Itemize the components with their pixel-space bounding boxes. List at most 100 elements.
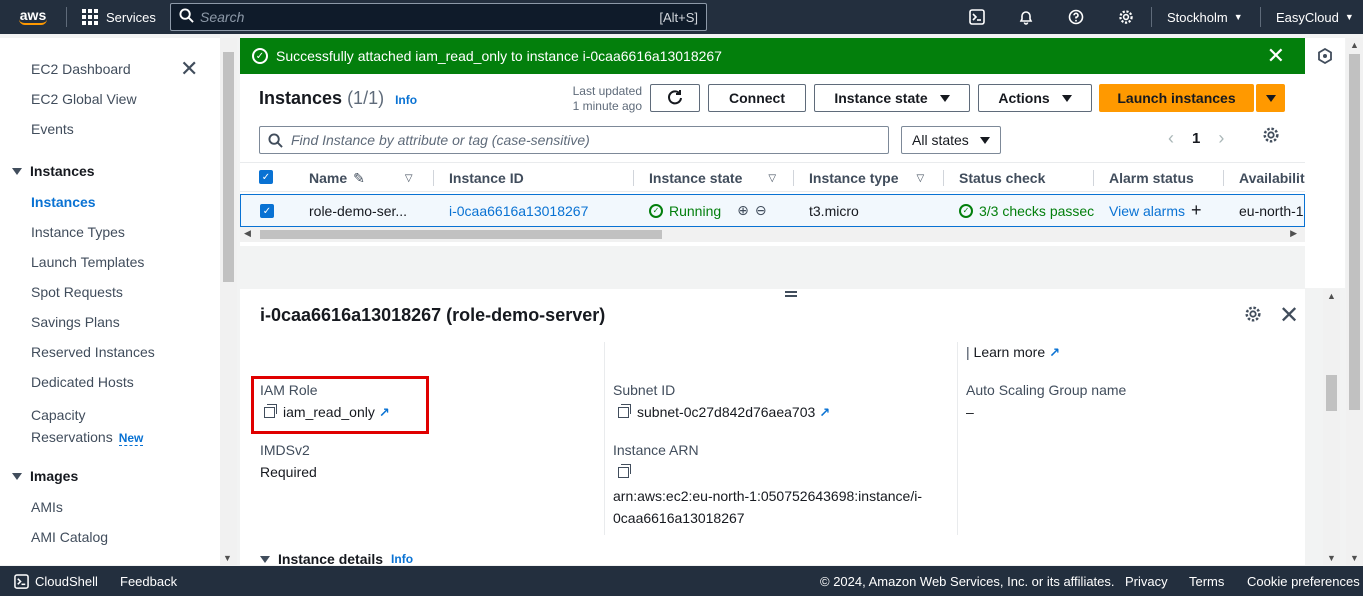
success-check-icon: ✓: [252, 48, 268, 64]
select-all-checkbox[interactable]: ✓: [259, 170, 273, 184]
page-scrollbar[interactable]: ▲ ▼: [1346, 38, 1363, 565]
imdsv2-label: IMDSv2: [260, 442, 310, 458]
instance-details-section[interactable]: Instance details Info: [260, 551, 413, 565]
cell-instance-id-link[interactable]: i-0caa6616a13018267: [449, 195, 588, 226]
column-name[interactable]: Name ✎ ▽: [309, 163, 413, 193]
section-label: Images: [30, 468, 79, 484]
cookie-preferences-link[interactable]: Cookie preferences: [1247, 566, 1360, 596]
collapse-caret-icon: [260, 555, 270, 563]
row-checkbox[interactable]: ✓: [260, 204, 274, 218]
column-status-check[interactable]: Status check: [959, 163, 1045, 193]
arn-copy[interactable]: [618, 461, 637, 483]
sidebar-section-images[interactable]: Images: [12, 468, 78, 484]
instance-state-button[interactable]: Instance state: [814, 84, 970, 112]
sidebar-item-amis[interactable]: AMIs: [31, 499, 63, 515]
sidebar-item-instances[interactable]: Instances: [31, 194, 96, 210]
copy-icon[interactable]: [618, 464, 631, 478]
account-menu[interactable]: EasyCloud ▼: [1276, 0, 1354, 34]
column-availability-zone[interactable]: Availabilit: [1239, 163, 1305, 193]
current-page[interactable]: 1: [1192, 130, 1200, 147]
find-instance-input[interactable]: [291, 132, 871, 148]
cell-alarm-status[interactable]: View alarms +: [1109, 195, 1202, 226]
sidebar-item-savings-plans[interactable]: Savings Plans: [31, 314, 120, 330]
gear-icon[interactable]: [1109, 0, 1143, 34]
sidebar-item-reserved-instances[interactable]: Reserved Instances: [31, 344, 155, 360]
table-horizontal-scrollbar[interactable]: ◀ ▶: [240, 227, 1305, 242]
global-search[interactable]: [Alt+S]: [170, 3, 707, 31]
table-preferences-icon[interactable]: [1262, 126, 1280, 149]
add-alarm-icon[interactable]: +: [1191, 200, 1202, 221]
search-icon: [179, 8, 194, 26]
sidebar-item-ec2-global-view[interactable]: EC2 Global View: [31, 91, 137, 107]
feedback-link[interactable]: Feedback: [120, 566, 177, 596]
next-page-icon[interactable]: ›: [1218, 128, 1224, 149]
column-instance-type[interactable]: Instance type ▽: [809, 163, 924, 193]
running-check-icon: ✓: [649, 203, 663, 218]
subnet-id-link[interactable]: subnet-0c27d842d76aea703 ↗: [618, 401, 830, 424]
column-alarm-status[interactable]: Alarm status: [1109, 163, 1194, 193]
privacy-link[interactable]: Privacy: [1125, 566, 1168, 596]
new-badge: New: [118, 431, 144, 446]
sidebar-section-instances[interactable]: Instances: [12, 163, 95, 179]
details-title: i-0caa6616a13018267 (role-demo-server): [260, 305, 606, 325]
sidebar-item-events[interactable]: Events: [31, 121, 74, 137]
bell-icon[interactable]: [1009, 0, 1043, 34]
collapse-caret-icon: [12, 472, 22, 480]
aws-logo[interactable]: aws: [15, 0, 51, 34]
search-input[interactable]: [200, 9, 640, 25]
services-menu[interactable]: Services: [82, 0, 156, 34]
sort-caret-icon: ▽: [916, 172, 925, 184]
close-sidebar-icon[interactable]: ✕: [180, 58, 198, 80]
zoom-in-icon[interactable]: ⊕: [737, 202, 749, 219]
prev-page-icon[interactable]: ‹: [1168, 128, 1174, 149]
sidebar-item-dedicated-hosts[interactable]: Dedicated Hosts: [31, 374, 134, 390]
learn-more-link[interactable]: | Learn more ↗: [966, 341, 1060, 364]
terms-link[interactable]: Terms: [1189, 566, 1224, 596]
state-filter-select[interactable]: All states: [901, 126, 1001, 154]
close-details-icon[interactable]: ✕: [1279, 301, 1299, 330]
help-icon[interactable]: [1059, 0, 1093, 34]
region-selector[interactable]: Stockholm ▼: [1167, 0, 1243, 34]
region-label: Stockholm: [1167, 9, 1228, 25]
sidebar-item-ami-catalog[interactable]: AMI Catalog: [31, 529, 108, 545]
resize-handle-icon[interactable]: [785, 291, 797, 297]
instances-panel: Instances (1/1) Info Last updated 1 minu…: [240, 74, 1305, 246]
connect-button[interactable]: Connect: [708, 84, 806, 112]
find-instance-filter[interactable]: [259, 126, 889, 154]
cloudshell-icon[interactable]: [960, 0, 994, 34]
sidebar: ✕ EC2 Dashboard EC2 Global View Events I…: [0, 38, 220, 565]
sidebar-item-capacity-reservations[interactable]: Capacity Reservations New: [31, 404, 144, 449]
dismiss-banner-icon[interactable]: ✕: [1267, 43, 1285, 69]
state-filter-value: All states: [912, 132, 969, 148]
external-link-icon: ↗: [819, 405, 831, 420]
capacity-line1: Capacity: [31, 407, 86, 423]
footer: CloudShell Feedback © 2024, Amazon Web S…: [0, 566, 1363, 596]
info-link[interactable]: Info: [395, 93, 417, 107]
sidebar-scrollbar[interactable]: ▼: [220, 38, 237, 565]
info-link[interactable]: Info: [391, 552, 413, 565]
details-preferences-icon[interactable]: [1244, 305, 1262, 328]
launch-instances-button[interactable]: Launch instances: [1099, 84, 1254, 112]
cell-instance-state: ✓ Running ⊕ ⊖: [649, 195, 767, 226]
column-instance-state[interactable]: Instance state ▽: [649, 163, 776, 193]
sidebar-item-launch-templates[interactable]: Launch Templates: [31, 254, 144, 270]
column-instance-id[interactable]: Instance ID: [449, 163, 524, 193]
sidebar-item-spot-requests[interactable]: Spot Requests: [31, 284, 123, 300]
actions-button[interactable]: Actions: [978, 84, 1092, 112]
cloudshell-icon: [14, 573, 29, 589]
sidebar-item-ec2-dashboard[interactable]: EC2 Dashboard: [31, 61, 131, 77]
hexagon-panel-icon[interactable]: [1317, 47, 1333, 67]
details-scrollbar[interactable]: ▲ ▼: [1323, 289, 1340, 565]
asg-name-label: Auto Scaling Group name: [966, 382, 1127, 398]
table-header: ✓ Name ✎ ▽ Instance ID Instance state ▽ …: [240, 162, 1305, 192]
refresh-icon: [668, 90, 682, 105]
cloudshell-button[interactable]: CloudShell: [14, 566, 98, 596]
refresh-button[interactable]: [650, 84, 700, 112]
cell-name: role-demo-ser...: [309, 202, 408, 219]
copy-icon[interactable]: [618, 404, 631, 418]
launch-dropdown-button[interactable]: [1256, 84, 1285, 112]
zoom-out-icon[interactable]: ⊖: [755, 202, 767, 219]
sort-caret-icon: ▽: [404, 172, 413, 184]
sidebar-item-instance-types[interactable]: Instance Types: [31, 224, 125, 240]
table-row[interactable]: ✓ role-demo-ser... i-0caa6616a13018267 ✓…: [240, 194, 1305, 227]
